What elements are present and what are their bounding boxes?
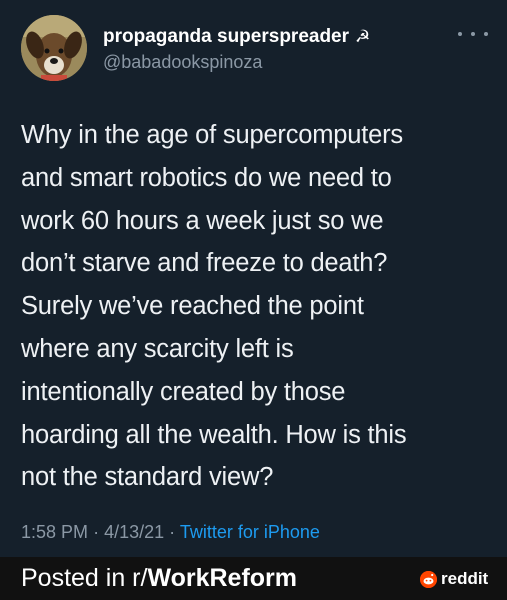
reddit-wordmark: reddit	[441, 569, 489, 588]
more-dot	[458, 32, 462, 36]
subreddit-name[interactable]: WorkReform	[147, 564, 297, 592]
meta-separator: ·	[93, 522, 100, 542]
tweet-text-line: intentionally created by those	[21, 377, 346, 406]
tweet-text-line: and smart robotics do we need to	[21, 163, 392, 192]
tweet-text: Why in the age of supercomputers and sma…	[21, 114, 491, 499]
tweet-meta: 1:58 PM · 4/13/21 · Twitter for iPhone	[21, 522, 320, 543]
tweet-text-line: work 60 hours a week just so we	[21, 206, 384, 235]
tweet-source-link[interactable]: Twitter for iPhone	[180, 522, 320, 542]
more-dot	[471, 32, 475, 36]
tweet-text-line: hoarding all the wealth. How is this	[21, 420, 407, 449]
author-name-row[interactable]: propaganda superspreader ☭	[103, 26, 370, 48]
reddit-brand[interactable]: reddit	[420, 569, 488, 589]
user-handle[interactable]: @babadookspinoza	[103, 52, 262, 73]
tweet-text-line: don’t starve and freeze to death?	[21, 249, 388, 278]
tweet-text-line: where any scarcity left is	[21, 334, 294, 363]
reddit-footer-bar: Posted in r/WorkReform reddit	[0, 557, 507, 600]
tweet-date[interactable]: 4/13/21	[104, 522, 164, 542]
tweet-time[interactable]: 1:58 PM	[21, 522, 88, 542]
posted-prefix: Posted in r/	[21, 564, 148, 592]
dog-avatar-icon	[21, 15, 87, 81]
hammer-sickle-icon: ☭	[355, 27, 371, 46]
tweet-text-line: Why in the age of supercomputers	[21, 121, 403, 149]
tweet-card: propaganda superspreader ☭ @babadookspin…	[0, 0, 507, 557]
tweet-text-line: not the standard view?	[21, 463, 274, 492]
meta-separator: ·	[169, 522, 176, 542]
reddit-snoo-icon	[420, 570, 437, 588]
display-name[interactable]: propaganda superspreader	[103, 26, 349, 48]
more-horizontal-icon[interactable]	[458, 26, 488, 42]
posted-in-label[interactable]: Posted in r/WorkReform	[21, 564, 297, 593]
avatar[interactable]	[21, 15, 87, 81]
tweet-text-line: Surely we’ve reached the point	[21, 292, 364, 321]
more-dot	[484, 32, 488, 36]
